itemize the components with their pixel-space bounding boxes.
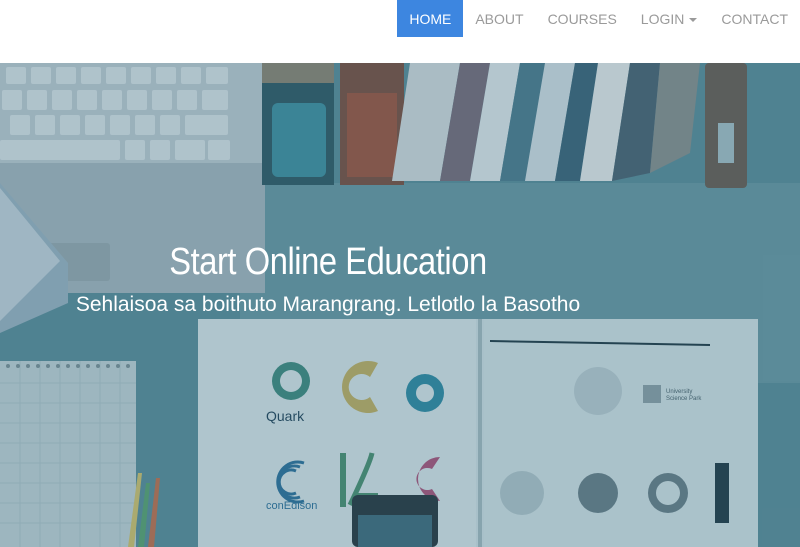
nav-courses-label: COURSES xyxy=(547,10,617,27)
nav-courses[interactable]: COURSES xyxy=(536,0,629,37)
nav-login-label: LOGIN xyxy=(640,10,685,27)
nav-home-label: HOME xyxy=(409,10,452,27)
caret-down-icon xyxy=(689,17,698,22)
nav-about-label: ABOUT xyxy=(475,10,524,27)
nav-contact-label: CONTACT xyxy=(721,10,788,27)
navbar: HOME ABOUT COURSES LOGIN CONTACT xyxy=(0,0,800,63)
main-nav: HOME ABOUT COURSES LOGIN CONTACT xyxy=(397,0,800,37)
nav-about[interactable]: ABOUT xyxy=(463,0,535,37)
nav-login-dropdown[interactable]: LOGIN xyxy=(629,0,710,37)
hero-title: Start Online Education xyxy=(169,241,487,283)
hero-banner: Quark conEdison University Science Park … xyxy=(0,63,800,547)
nav-home[interactable]: HOME xyxy=(397,0,464,37)
hero-subtitle: Sehlaisoa sa boithuto Marangrang. Letlot… xyxy=(75,293,581,316)
nav-contact[interactable]: CONTACT xyxy=(709,0,800,37)
